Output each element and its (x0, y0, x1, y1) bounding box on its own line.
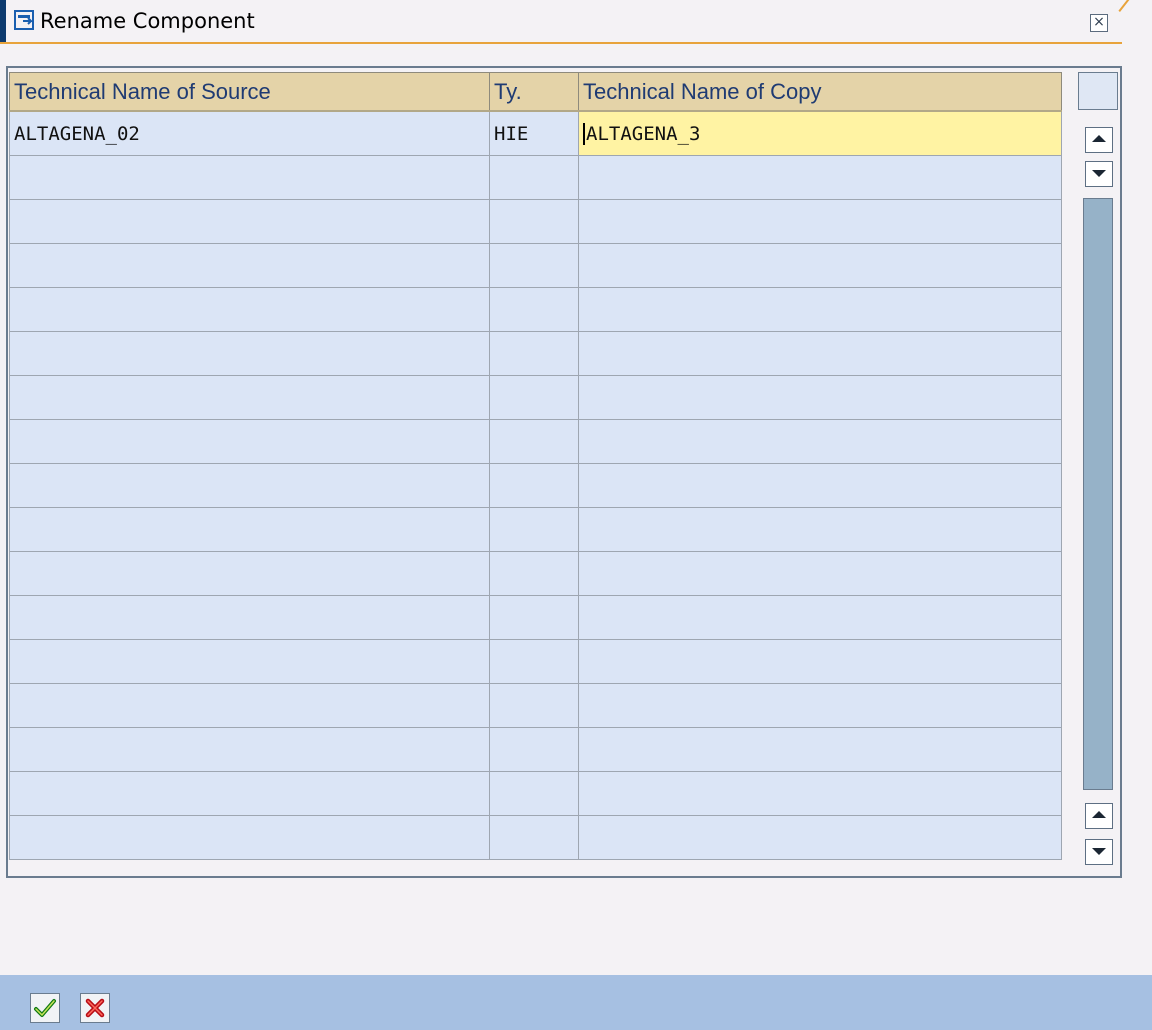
type-cell (489, 419, 579, 464)
type-cell (489, 287, 579, 332)
table-row (9, 375, 1062, 420)
source-name-cell (9, 331, 490, 376)
copy-name-cell[interactable] (578, 331, 1062, 376)
source-name-cell (9, 551, 490, 596)
copy-name-cell[interactable] (578, 815, 1062, 860)
table-row (9, 155, 1062, 200)
copy-name-cell[interactable] (578, 683, 1062, 728)
table-row (9, 815, 1062, 860)
table-row (9, 595, 1062, 640)
source-name-cell (9, 771, 490, 816)
table-row (9, 199, 1062, 244)
copy-name-cell[interactable] (578, 639, 1062, 684)
cancel-button[interactable] (80, 993, 110, 1023)
title-accent-bar (0, 0, 6, 44)
source-name-cell (9, 287, 490, 332)
cancel-x-icon (85, 998, 105, 1018)
source-name-cell (9, 507, 490, 552)
table-row: ALTAGENA_02 HIE ALTAGENA_3 (9, 110, 1062, 156)
copy-name-cell[interactable] (578, 155, 1062, 200)
dialog-toolbar (0, 975, 1152, 1030)
source-name-cell (9, 375, 490, 420)
type-cell (489, 199, 579, 244)
copy-name-cell[interactable] (578, 375, 1062, 420)
close-button[interactable]: × (1090, 14, 1108, 32)
type-cell (489, 507, 579, 552)
table-row (9, 419, 1062, 464)
source-name-cell (9, 639, 490, 684)
copy-name-cell[interactable] (578, 419, 1062, 464)
source-name-cell (9, 155, 490, 200)
table-row (9, 551, 1062, 596)
arrow-down-icon (1092, 170, 1106, 177)
source-name-cell (9, 727, 490, 772)
source-name-cell (9, 419, 490, 464)
type-cell (489, 463, 579, 508)
column-settings-button[interactable] (1078, 72, 1118, 110)
source-name-cell (9, 595, 490, 640)
confirm-button[interactable] (30, 993, 60, 1023)
column-header-copy[interactable]: Technical Name of Copy (578, 72, 1062, 112)
source-name-cell: ALTAGENA_02 (9, 110, 490, 156)
checkmark-icon (34, 999, 56, 1017)
type-cell (489, 155, 579, 200)
source-name-cell (9, 683, 490, 728)
copy-name-cell[interactable] (578, 199, 1062, 244)
type-cell (489, 815, 579, 860)
title-underline-slash (1118, 0, 1145, 13)
copy-name-cell[interactable] (578, 507, 1062, 552)
column-header-type[interactable]: Ty. (489, 72, 579, 112)
table-row (9, 331, 1062, 376)
vertical-scrollbar[interactable] (1083, 198, 1113, 790)
copy-name-cell[interactable] (578, 551, 1062, 596)
table-row (9, 727, 1062, 772)
copy-name-cell[interactable] (578, 595, 1062, 640)
page-down-button[interactable] (1085, 839, 1113, 865)
rename-table: Technical Name of Source Ty. Technical N… (9, 72, 1062, 860)
title-underline (0, 42, 1122, 44)
source-name-cell (9, 199, 490, 244)
type-cell (489, 683, 579, 728)
arrow-down-icon (1092, 848, 1106, 855)
column-header-source[interactable]: Technical Name of Source (9, 72, 490, 112)
table-row (9, 639, 1062, 684)
dialog-title: Rename Component (40, 9, 255, 33)
scroll-up-button[interactable] (1085, 127, 1113, 153)
type-cell: HIE (489, 110, 579, 156)
copy-name-value[interactable]: ALTAGENA_3 (583, 122, 701, 145)
copy-name-cell[interactable] (578, 287, 1062, 332)
source-name-cell (9, 463, 490, 508)
arrow-up-icon (1092, 811, 1106, 818)
type-cell (489, 551, 579, 596)
type-cell (489, 771, 579, 816)
dialog-icon (14, 10, 34, 30)
copy-name-cell[interactable] (578, 463, 1062, 508)
table-header-row: Technical Name of Source Ty. Technical N… (9, 72, 1062, 112)
table-row (9, 287, 1062, 332)
arrow-up-icon (1092, 135, 1106, 142)
source-name-cell (9, 243, 490, 288)
type-cell (489, 375, 579, 420)
type-cell (489, 331, 579, 376)
table-row (9, 507, 1062, 552)
scroll-down-button[interactable] (1085, 161, 1113, 187)
source-name-cell (9, 815, 490, 860)
type-cell (489, 243, 579, 288)
table-row (9, 463, 1062, 508)
type-cell (489, 595, 579, 640)
type-cell (489, 727, 579, 772)
copy-name-input[interactable]: ALTAGENA_3 (578, 110, 1062, 156)
copy-name-cell[interactable] (578, 727, 1062, 772)
table-row (9, 243, 1062, 288)
table-row (9, 683, 1062, 728)
page-up-button[interactable] (1085, 803, 1113, 829)
copy-name-cell[interactable] (578, 243, 1062, 288)
table-row (9, 771, 1062, 816)
dialog-title-bar: Rename Component × (0, 0, 1152, 44)
type-cell (489, 639, 579, 684)
copy-name-cell[interactable] (578, 771, 1062, 816)
